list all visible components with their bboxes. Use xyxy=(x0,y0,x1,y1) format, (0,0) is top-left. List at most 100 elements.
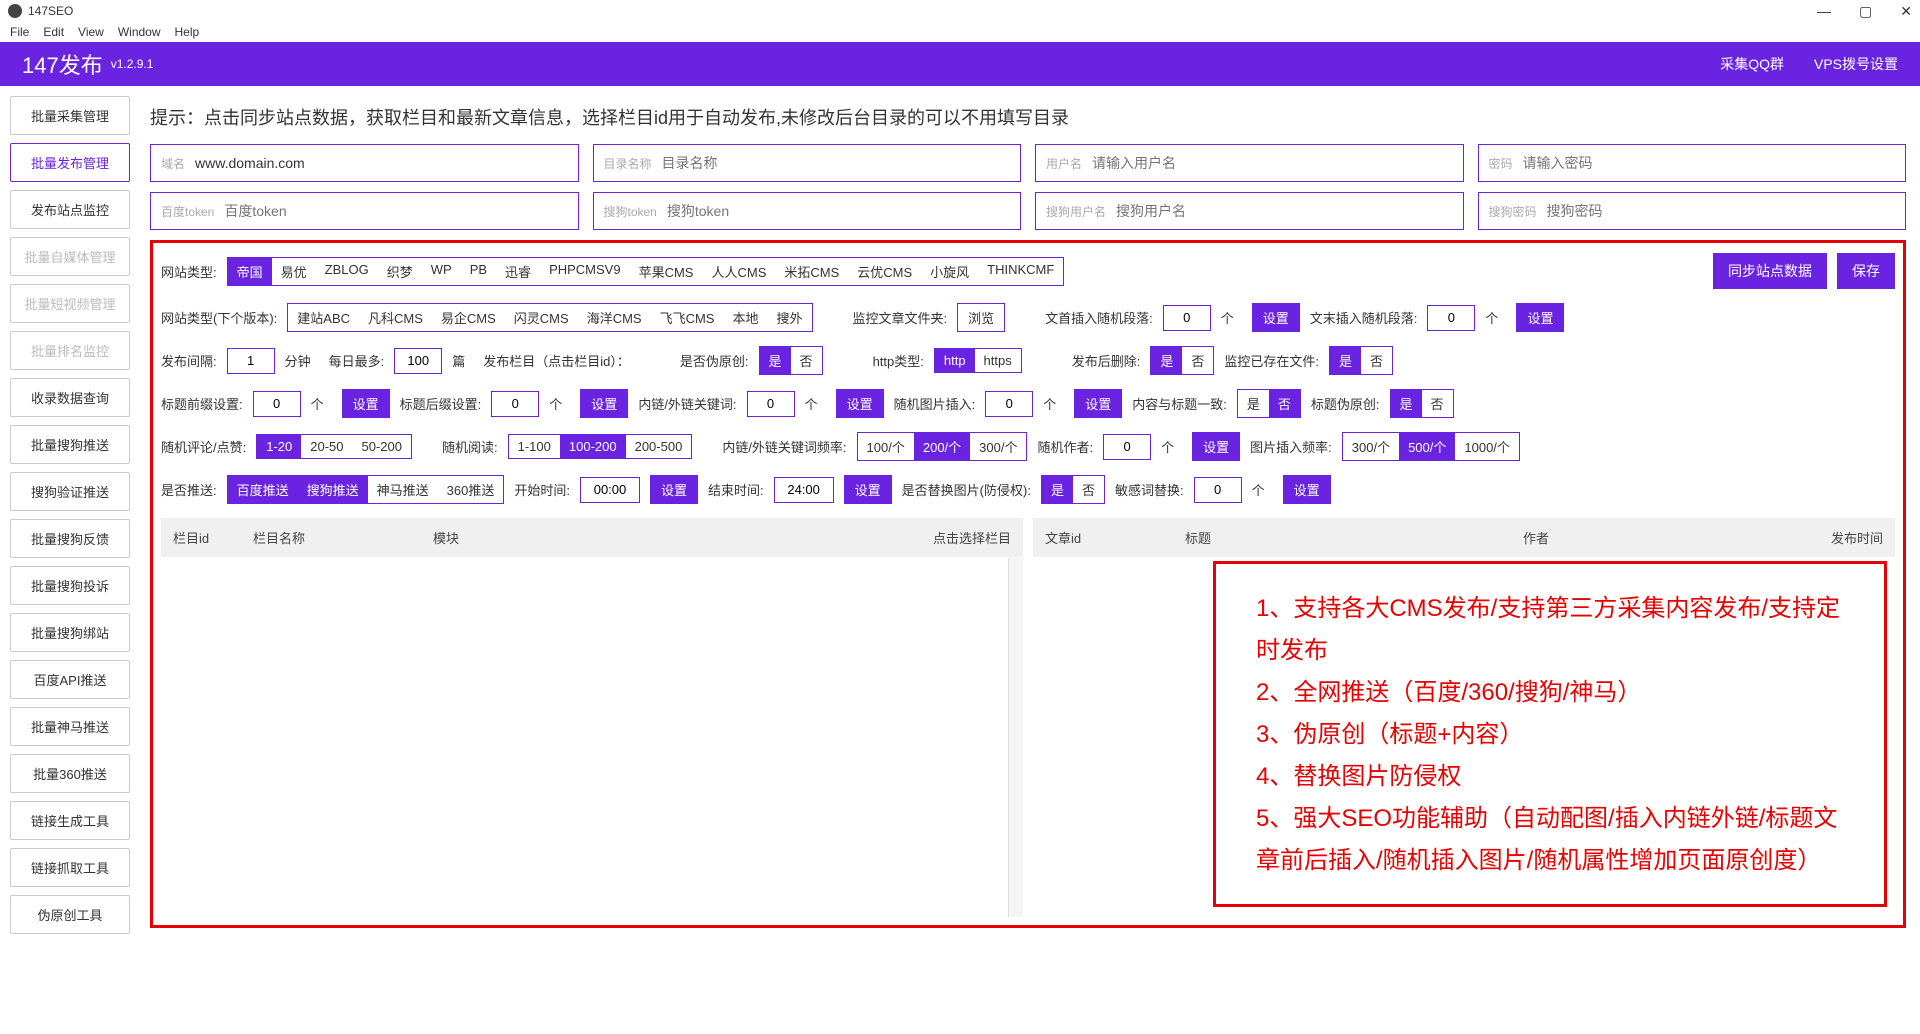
head-insert-set-button[interactable]: 设置 xyxy=(1252,303,1300,332)
sensitive-set-button[interactable]: 设置 xyxy=(1283,475,1331,504)
site-type-seg-opt-7[interactable]: PHPCMSV9 xyxy=(540,258,630,285)
menu-help[interactable]: Help xyxy=(175,25,200,39)
start-time-input[interactable] xyxy=(580,477,640,503)
site-type-next-seg-opt-6[interactable]: 本地 xyxy=(723,304,767,331)
title-suffix-input[interactable] xyxy=(491,391,539,417)
inputs-row2-input-2[interactable] xyxy=(1116,203,1452,219)
seg-ri-opt-1[interactable]: 否 xyxy=(1073,476,1104,503)
site-type-seg-opt-5[interactable]: PB xyxy=(461,258,496,285)
random-comment-segment[interactable]: 1-2020-5050-200 xyxy=(256,434,412,459)
sidebar-item-2[interactable]: 发布站点监控 xyxy=(10,190,130,229)
sidebar-item-7[interactable]: 批量搜狗推送 xyxy=(10,425,130,464)
site-type-seg-opt-3[interactable]: 织梦 xyxy=(378,258,422,285)
sidebar-item-6[interactable]: 收录数据查询 xyxy=(10,378,130,417)
site-type-next-seg-opt-2[interactable]: 易企CMS xyxy=(432,304,505,331)
site-type-seg-opt-10[interactable]: 米拓CMS xyxy=(775,258,848,285)
menu-view[interactable]: View xyxy=(78,25,104,39)
seg-pseudo-opt-1[interactable]: 否 xyxy=(791,347,822,374)
random-author-input[interactable] xyxy=(1103,434,1151,460)
http-toggle[interactable]: httphttps xyxy=(934,348,1022,373)
sidebar-item-5[interactable]: 批量排名监控 xyxy=(10,331,130,370)
random-img-set-button[interactable]: 设置 xyxy=(1074,389,1122,418)
site-type-seg-opt-2[interactable]: ZBLOG xyxy=(316,258,378,285)
seg-lf-opt-2[interactable]: 300/个 xyxy=(970,433,1026,460)
site-type-next-seg-opt-4[interactable]: 海洋CMS xyxy=(578,304,651,331)
seg-rc-opt-1[interactable]: 20-50 xyxy=(301,435,352,458)
save-button[interactable]: 保存 xyxy=(1837,253,1895,289)
seg-push-opt-0[interactable]: 百度推送 xyxy=(228,476,298,503)
link-vps-dial[interactable]: VPS拨号设置 xyxy=(1814,54,1898,74)
site-type-seg-opt-0[interactable]: 帝国 xyxy=(228,258,272,285)
replace-img-toggle[interactable]: 是否 xyxy=(1041,475,1105,504)
end-time-set-button[interactable]: 设置 xyxy=(844,475,892,504)
browse-button[interactable]: 浏览 xyxy=(957,303,1005,332)
sidebar-item-0[interactable]: 批量采集管理 xyxy=(10,96,130,135)
site-type-next-seg-opt-1[interactable]: 凡科CMS xyxy=(359,304,432,331)
site-type-seg-opt-12[interactable]: 小旋风 xyxy=(921,258,978,285)
seg-http-opt-0[interactable]: http xyxy=(935,349,975,372)
seg-delete-opt-1[interactable]: 否 xyxy=(1182,347,1213,374)
seg-push-opt-3[interactable]: 360推送 xyxy=(438,476,504,503)
push-segment[interactable]: 百度推送搜狗推送神马推送360推送 xyxy=(227,475,505,504)
pseudo-toggle[interactable]: 是否 xyxy=(759,346,823,375)
site-type-next-segment[interactable]: 建站ABC凡科CMS易企CMS闪灵CMS海洋CMS飞飞CMS本地搜外 xyxy=(287,303,812,332)
seg-http-opt-1[interactable]: https xyxy=(975,349,1021,372)
seg-pseudo-opt-0[interactable]: 是 xyxy=(760,347,791,374)
seg-cts-opt-1[interactable]: 否 xyxy=(1269,390,1300,417)
sensitive-input[interactable] xyxy=(1194,477,1242,503)
seg-if-opt-1[interactable]: 500/个 xyxy=(1399,433,1455,460)
sidebar-item-17[interactable]: 伪原创工具 xyxy=(10,895,130,934)
delete-after-toggle[interactable]: 是否 xyxy=(1150,346,1214,375)
daily-max-input[interactable] xyxy=(394,348,442,374)
seg-cts-opt-0[interactable]: 是 xyxy=(1238,390,1269,417)
title-pseudo-toggle[interactable]: 是否 xyxy=(1390,389,1454,418)
maximize-icon[interactable]: ▢ xyxy=(1859,3,1872,20)
random-img-input[interactable] xyxy=(985,391,1033,417)
link-freq-segment[interactable]: 100/个200/个300/个 xyxy=(857,432,1028,461)
seg-tp-opt-1[interactable]: 否 xyxy=(1422,390,1453,417)
sync-site-data-button[interactable]: 同步站点数据 xyxy=(1713,253,1827,289)
site-type-seg-opt-1[interactable]: 易优 xyxy=(272,258,316,285)
sidebar-item-14[interactable]: 批量360推送 xyxy=(10,754,130,793)
menu-file[interactable]: File xyxy=(10,25,29,39)
seg-lf-opt-1[interactable]: 200/个 xyxy=(914,433,970,460)
sidebar-item-13[interactable]: 批量神马推送 xyxy=(10,707,130,746)
seg-rc-opt-0[interactable]: 1-20 xyxy=(257,435,301,458)
sidebar-item-9[interactable]: 批量搜狗反馈 xyxy=(10,519,130,558)
inputs-row1-input-3[interactable] xyxy=(1523,155,1895,171)
inputs-row2-input-3[interactable] xyxy=(1547,203,1895,219)
site-type-segment[interactable]: 帝国易优ZBLOG织梦WPPB迅睿PHPCMSV9苹果CMS人人CMS米拓CMS… xyxy=(227,257,1065,286)
seg-if-opt-0[interactable]: 300/个 xyxy=(1343,433,1399,460)
inputs-row1-input-0[interactable] xyxy=(195,155,567,171)
site-type-seg-opt-9[interactable]: 人人CMS xyxy=(702,258,775,285)
inputs-row2-input-1[interactable] xyxy=(667,203,1010,219)
site-type-next-seg-opt-5[interactable]: 飞飞CMS xyxy=(651,304,724,331)
inputs-row1-input-2[interactable] xyxy=(1092,155,1452,171)
seg-rr-opt-0[interactable]: 1-100 xyxy=(509,435,560,458)
seg-if-opt-2[interactable]: 1000/个 xyxy=(1455,433,1519,460)
tail-insert-set-button[interactable]: 设置 xyxy=(1516,303,1564,332)
site-type-seg-opt-4[interactable]: WP xyxy=(422,258,461,285)
seg-rr-opt-2[interactable]: 200-500 xyxy=(626,435,692,458)
random-author-set-button[interactable]: 设置 xyxy=(1192,432,1240,461)
title-suffix-set-button[interactable]: 设置 xyxy=(580,389,628,418)
seg-push-opt-2[interactable]: 神马推送 xyxy=(368,476,438,503)
title-prefix-set-button[interactable]: 设置 xyxy=(342,389,390,418)
img-freq-segment[interactable]: 300/个500/个1000/个 xyxy=(1342,432,1520,461)
monitor-exist-toggle[interactable]: 是否 xyxy=(1329,346,1393,375)
sidebar-item-1[interactable]: 批量发布管理 xyxy=(10,143,130,182)
random-read-segment[interactable]: 1-100100-200200-500 xyxy=(508,434,693,459)
minimize-icon[interactable]: — xyxy=(1817,3,1831,20)
seg-rr-opt-1[interactable]: 100-200 xyxy=(560,435,626,458)
sidebar-item-8[interactable]: 搜狗验证推送 xyxy=(10,472,130,511)
seg-delete-opt-0[interactable]: 是 xyxy=(1151,347,1182,374)
sidebar-item-10[interactable]: 批量搜狗投诉 xyxy=(10,566,130,605)
seg-tp-opt-0[interactable]: 是 xyxy=(1391,390,1422,417)
seg-lf-opt-0[interactable]: 100/个 xyxy=(858,433,914,460)
inputs-row2-input-0[interactable] xyxy=(224,203,567,219)
seg-push-opt-1[interactable]: 搜狗推送 xyxy=(298,476,368,503)
site-type-seg-opt-11[interactable]: 云优CMS xyxy=(848,258,921,285)
link-qq-group[interactable]: 采集QQ群 xyxy=(1720,54,1784,74)
menu-window[interactable]: Window xyxy=(118,25,161,39)
sidebar-item-11[interactable]: 批量搜狗绑站 xyxy=(10,613,130,652)
